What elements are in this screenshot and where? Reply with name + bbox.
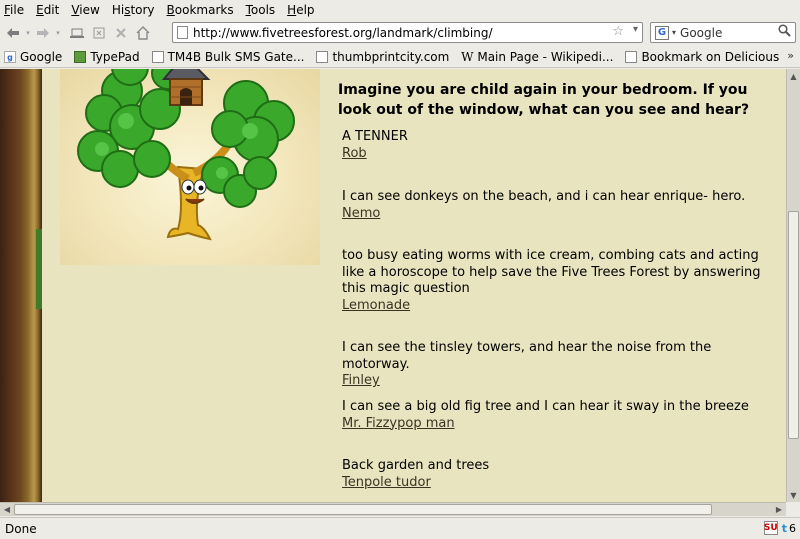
bookmark-delicious[interactable]: Bookmark on Delicious bbox=[625, 50, 779, 64]
google-icon[interactable]: G bbox=[655, 25, 669, 40]
answer-author-link[interactable]: Mr. Fizzypop man bbox=[342, 416, 782, 433]
treehouse-image bbox=[77, 69, 295, 241]
back-button[interactable] bbox=[2, 23, 24, 43]
back-dropdown-button[interactable]: ▾ bbox=[24, 23, 32, 43]
vertical-scroll-thumb[interactable] bbox=[788, 211, 799, 439]
stop-button[interactable] bbox=[110, 23, 132, 43]
scroll-left-arrow-icon[interactable]: ◀ bbox=[0, 503, 14, 516]
answer-item: I can see donkeys on the beach, and i ca… bbox=[342, 189, 782, 222]
forward-button[interactable] bbox=[32, 23, 54, 43]
chevron-down-icon[interactable]: ▾ bbox=[672, 28, 676, 37]
bookmark-label: TypePad bbox=[90, 50, 140, 64]
menu-edit[interactable]: Edit bbox=[36, 3, 59, 17]
horizontal-scroll-thumb[interactable] bbox=[14, 504, 712, 515]
reload-button[interactable] bbox=[88, 23, 110, 43]
scroll-down-arrow-icon[interactable]: ▼ bbox=[787, 488, 800, 502]
answer-author-link[interactable]: Rob bbox=[342, 146, 782, 163]
menu-tools[interactable]: Tools bbox=[246, 3, 276, 17]
address-bar[interactable]: http://www.fivetreesforest.org/landmark/… bbox=[172, 22, 643, 43]
search-input[interactable]: Google bbox=[680, 26, 722, 40]
bookmark-label: Bookmark on Delicious bbox=[641, 50, 780, 64]
wikipedia-icon: W bbox=[461, 50, 474, 64]
answer-text: too busy eating worms with ice cream, co… bbox=[342, 248, 761, 296]
menu-view[interactable]: View bbox=[71, 3, 99, 17]
answer-author-link[interactable]: Finley bbox=[342, 373, 782, 390]
answer-text: I can see a big old fig tree and I can h… bbox=[342, 399, 749, 414]
answer-item: too busy eating worms with ice cream, co… bbox=[342, 248, 782, 314]
bookmark-label: Main Page - Wikipedi... bbox=[477, 50, 614, 64]
answer-item: I can see a big old fig tree and I can h… bbox=[342, 399, 782, 432]
bookmarks-overflow-button[interactable]: » bbox=[787, 49, 794, 62]
status-bar: Done SU t 6 bbox=[0, 517, 800, 539]
chevron-down-icon[interactable]: ▾ bbox=[633, 24, 638, 35]
reload-icon bbox=[93, 27, 105, 39]
home-page-button[interactable] bbox=[132, 23, 154, 43]
menu-history[interactable]: History bbox=[112, 3, 155, 17]
answer-item: I can see the tinsley towers, and hear t… bbox=[342, 340, 782, 390]
bookmark-label: Google bbox=[20, 50, 63, 64]
menu-help[interactable]: Help bbox=[287, 3, 314, 17]
bookmark-tm4b[interactable]: TM4B Bulk SMS Gate... bbox=[151, 50, 305, 64]
treehouse-illustration bbox=[60, 69, 320, 265]
bookmark-label: thumbprintcity.com bbox=[332, 50, 450, 64]
home-icon bbox=[136, 26, 150, 40]
scroll-right-arrow-icon[interactable]: ▶ bbox=[772, 503, 786, 516]
bookmark-label: TM4B Bulk SMS Gate... bbox=[167, 50, 305, 64]
home-button[interactable] bbox=[66, 23, 88, 43]
vertical-scrollbar[interactable]: ▲ ▼ bbox=[786, 69, 800, 502]
google-icon: g bbox=[4, 51, 16, 63]
navigation-toolbar: ▾ ▾ http://www.fivetreesforest.org/landm… bbox=[0, 20, 800, 46]
menu-bar: File Edit View History Bookmarks Tools H… bbox=[0, 0, 800, 20]
answer-text: I can see donkeys on the beach, and i ca… bbox=[342, 189, 746, 204]
answer-author-link[interactable]: Lemonade bbox=[342, 298, 782, 315]
menu-file[interactable]: File bbox=[4, 3, 24, 17]
laptop-icon bbox=[70, 28, 84, 38]
twitter-icon[interactable]: t bbox=[782, 522, 787, 535]
answer-item: Back garden and trees Tenpole tudor bbox=[342, 458, 782, 491]
search-icon[interactable] bbox=[778, 24, 791, 41]
notification-count: 6 bbox=[789, 521, 796, 535]
answer-item: A TENNER Rob bbox=[342, 129, 782, 162]
bookmark-typepad[interactable]: TypePad bbox=[74, 50, 140, 64]
bookmark-thumbprintcity[interactable]: thumbprintcity.com bbox=[316, 50, 449, 64]
search-bar[interactable]: G ▾ Google bbox=[650, 22, 796, 43]
typepad-icon bbox=[74, 51, 87, 63]
question-heading: Imagine you are child again in your bedr… bbox=[338, 82, 750, 118]
page-icon bbox=[316, 51, 329, 63]
page-content[interactable]: Imagine you are child again in your bedr… bbox=[0, 69, 786, 502]
answer-text: Back garden and trees bbox=[342, 458, 490, 473]
scroll-up-arrow-icon[interactable]: ▲ bbox=[787, 69, 800, 83]
bookmarks-toolbar: g Google TypePad TM4B Bulk SMS Gate... t… bbox=[0, 47, 800, 68]
page-icon bbox=[151, 51, 164, 63]
answer-text: A TENNER bbox=[342, 129, 408, 144]
page-icon bbox=[625, 51, 638, 63]
answer-author-link[interactable]: Nemo bbox=[342, 206, 782, 223]
page-icon bbox=[177, 26, 188, 39]
status-icons: SU t 6 bbox=[763, 521, 796, 535]
close-icon bbox=[116, 28, 126, 38]
menu-bookmarks[interactable]: Bookmarks bbox=[167, 3, 234, 17]
bookmark-google[interactable]: g Google bbox=[4, 50, 62, 64]
forward-dropdown-button[interactable]: ▾ bbox=[54, 23, 62, 43]
status-text: Done bbox=[5, 521, 37, 536]
stumbleupon-icon[interactable]: SU bbox=[763, 521, 778, 535]
horizontal-scrollbar[interactable]: ◀ ▶ bbox=[0, 502, 786, 516]
url-text[interactable]: http://www.fivetreesforest.org/landmark/… bbox=[193, 26, 493, 40]
answer-author-link[interactable]: Tenpole tudor bbox=[342, 475, 782, 492]
bookmark-wikipedia[interactable]: W Main Page - Wikipedi... bbox=[461, 50, 613, 64]
answer-text: I can see the tinsley towers, and hear t… bbox=[342, 340, 712, 372]
back-arrow-icon bbox=[7, 28, 19, 38]
forward-arrow-icon bbox=[37, 28, 49, 38]
bookmark-star-icon[interactable]: ☆ bbox=[612, 24, 624, 39]
